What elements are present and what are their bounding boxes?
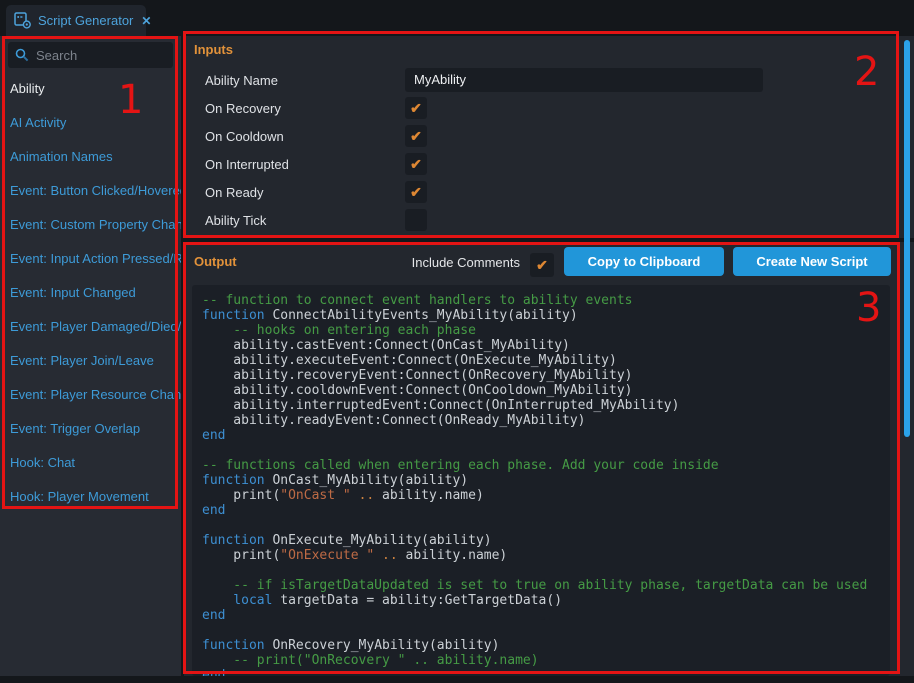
copy-to-clipboard-button[interactable]: Copy to Clipboard: [564, 247, 724, 276]
code-line: ability.interruptedEvent:Connect(OnInter…: [202, 398, 880, 413]
sidebar-item[interactable]: Hook: Player Movement: [0, 480, 181, 514]
sidebar-item[interactable]: Event: Input Action Pressed/Released: [0, 242, 181, 276]
code-line: print("OnExecute " .. ability.name): [202, 548, 880, 563]
sidebar-item[interactable]: Event: Button Clicked/Hovered: [0, 174, 181, 208]
ability-name-input[interactable]: MyAbility: [405, 68, 763, 92]
search-icon: [15, 48, 29, 62]
code-line: ability.cooldownEvent:Connect(OnCooldown…: [202, 383, 880, 398]
code-line: end: [202, 503, 880, 518]
on-recovery-checkbox[interactable]: ✔: [405, 97, 427, 119]
code-line: print("OnCast " .. ability.name): [202, 488, 880, 503]
input-row: On Ready ✔: [184, 178, 914, 206]
code-line: -- functions called when entering each p…: [202, 458, 880, 473]
input-label: Ability Name: [205, 73, 405, 88]
search-box[interactable]: [8, 42, 173, 68]
code-line: -- hooks on entering each phase: [202, 323, 880, 338]
tab-bar: Script Generator ✕: [0, 0, 914, 36]
input-row: On Recovery ✔: [184, 94, 914, 122]
output-panel: Output Include Comments ✔ Copy to Clipbo…: [184, 242, 914, 676]
input-label: On Recovery: [205, 101, 405, 116]
inputs-header: Inputs: [194, 42, 233, 57]
code-line: [202, 623, 880, 638]
code-line: end: [202, 668, 880, 676]
sidebar-item[interactable]: Ability: [0, 72, 181, 106]
code-line: -- print("OnRecovery " .. ability.name): [202, 653, 880, 668]
search-input[interactable]: [34, 47, 154, 64]
sidebar-item[interactable]: Animation Names: [0, 140, 181, 174]
code-line: function ConnectAbilityEvents_MyAbility(…: [202, 308, 880, 323]
tab-title: Script Generator: [38, 13, 133, 28]
check-icon: ✔: [536, 258, 548, 272]
code-line: function OnRecovery_MyAbility(ability): [202, 638, 880, 653]
code-line: end: [202, 428, 880, 443]
on-ready-checkbox[interactable]: ✔: [405, 181, 427, 203]
sidebar: AbilityAI ActivityAnimation NamesEvent: …: [0, 36, 181, 676]
input-row: On Interrupted ✔: [184, 150, 914, 178]
code-line: ability.castEvent:Connect(OnCast_MyAbili…: [202, 338, 880, 353]
inputs-rows: Ability NameMyAbilityOn Recovery✔On Cool…: [184, 66, 914, 234]
check-icon: ✔: [410, 101, 422, 115]
code-line: ability.executeEvent:Connect(OnExecute_M…: [202, 353, 880, 368]
code-line: local targetData = ability:GetTargetData…: [202, 593, 880, 608]
on-cooldown-checkbox[interactable]: ✔: [405, 125, 427, 147]
code-line: ability.readyEvent:Connect(OnReady_MyAbi…: [202, 413, 880, 428]
ability-tick-checkbox[interactable]: [405, 209, 427, 231]
code-line: [202, 518, 880, 533]
create-new-script-button[interactable]: Create New Script: [733, 247, 891, 276]
sidebar-item[interactable]: AI Activity: [0, 106, 181, 140]
check-icon: ✔: [410, 185, 422, 199]
include-comments-label: Include Comments: [404, 255, 520, 270]
code-block[interactable]: -- function to connect event handlers to…: [192, 285, 890, 676]
input-row: Ability Tick: [184, 206, 914, 234]
inputs-panel: Inputs Ability NameMyAbilityOn Recovery✔…: [184, 36, 914, 238]
input-row: On Cooldown ✔: [184, 122, 914, 150]
code-line: function OnExecute_MyAbility(ability): [202, 533, 880, 548]
window-bottom-edge: [0, 676, 914, 683]
script-generator-icon: [14, 12, 32, 29]
vertical-scrollbar[interactable]: [904, 40, 910, 437]
code-line: [202, 563, 880, 578]
sidebar-item[interactable]: Event: Custom Property Changed: [0, 208, 181, 242]
input-label: On Cooldown: [205, 129, 405, 144]
output-header: Output: [194, 254, 237, 269]
code-line: [202, 443, 880, 458]
sidebar-item[interactable]: Hook: Chat: [0, 446, 181, 480]
tab-close-icon[interactable]: ✕: [141, 14, 151, 28]
sidebar-item[interactable]: Event: Player Join/Leave: [0, 344, 181, 378]
code-line: -- function to connect event handlers to…: [202, 293, 880, 308]
sidebar-list: AbilityAI ActivityAnimation NamesEvent: …: [0, 72, 181, 514]
include-comments-checkbox[interactable]: ✔: [530, 253, 554, 277]
tab-script-generator[interactable]: Script Generator ✕: [6, 5, 146, 36]
input-label: On Interrupted: [205, 157, 405, 172]
check-icon: ✔: [410, 129, 422, 143]
input-label: Ability Tick: [205, 213, 405, 228]
check-icon: ✔: [410, 157, 422, 171]
sidebar-item[interactable]: Event: Input Changed: [0, 276, 181, 310]
code-line: -- if isTargetDataUpdated is set to true…: [202, 578, 880, 593]
input-row: Ability NameMyAbility: [184, 66, 914, 94]
on-interrupted-checkbox[interactable]: ✔: [405, 153, 427, 175]
code-line: end: [202, 608, 880, 623]
code-line: function OnCast_MyAbility(ability): [202, 473, 880, 488]
input-label: On Ready: [205, 185, 405, 200]
script-generator-window: Script Generator ✕ AbilityAI ActivityAni…: [0, 0, 914, 683]
sidebar-item[interactable]: Event: Player Resource Changed: [0, 378, 181, 412]
sidebar-item[interactable]: Event: Player Damaged/Died/Respawned: [0, 310, 181, 344]
sidebar-item[interactable]: Event: Trigger Overlap: [0, 412, 181, 446]
code-line: ability.recoveryEvent:Connect(OnRecovery…: [202, 368, 880, 383]
